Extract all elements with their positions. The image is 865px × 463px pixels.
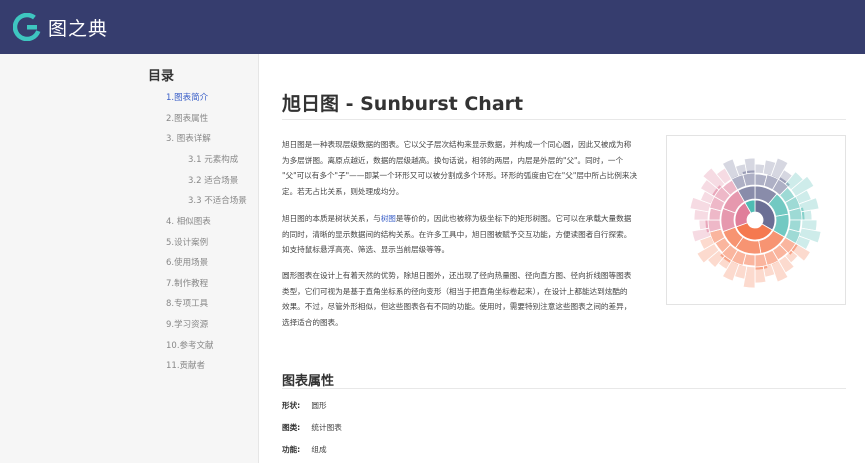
sunburst-segment — [800, 209, 813, 221]
g-logo-icon[interactable] — [13, 13, 41, 41]
section-divider — [282, 388, 846, 389]
toc-item-unsuitable[interactable]: 3.3 不适合场景 — [188, 194, 247, 206]
para-line: 选择适合的图表。 — [282, 317, 343, 327]
para-line: 如支持鼠标悬浮高亮、筛选、显示当前层级等等。 — [282, 245, 450, 255]
toc-item-resources[interactable]: 9.学习资源 — [166, 318, 208, 330]
sunburst-illustration — [666, 135, 846, 305]
toc-item-tutorial[interactable]: 7.制作教程 — [166, 277, 208, 289]
prop-shape: 形状: 圆形 — [282, 400, 327, 411]
intro-paragraph-1: 旭日图是一种表现层级数据的图表。它以父子层次结构来显示数据，并构成一个同心圆，因… — [282, 137, 650, 199]
main-content: 旭日图 - Sunburst Chart 旭日图是一种表现层级数据的图表。它以父… — [260, 54, 865, 463]
toc-item-intro[interactable]: 1.图表简介 — [166, 91, 208, 103]
toc-item-elements[interactable]: 3.1 元素构成 — [188, 153, 238, 165]
toc-title: 目录 — [148, 69, 175, 84]
prop-value: 统计图表 — [311, 423, 342, 432]
toc-item-similar[interactable]: 4. 相似图表 — [166, 215, 211, 227]
toc-item-contributors[interactable]: 11.贡献者 — [166, 359, 205, 371]
logo-text[interactable]: 图之典 — [48, 14, 108, 41]
para-line: 为多层饼图。离原点越近，数据的层级越高。换句话说，相邻的两层，内层是外层的"父"… — [282, 155, 624, 165]
para-line: 定。若无占比关系，则处理成均分。 — [282, 186, 404, 196]
toc-item-details[interactable]: 3. 图表详解 — [166, 132, 211, 144]
para-line: 的同时，清晰的显示数据间的结构关系。在许多工具中，旭日图被赋予交互功能，方便读图… — [282, 229, 632, 239]
para-text: 旭日图的本质是树状关系，与 — [282, 214, 381, 223]
para-text: 是等价的，因此也被称为极坐标下的矩形树图。它可以在承载大量数据 — [395, 214, 632, 223]
para-line: "父"可以有多个"子"——即某一个环形又可以被分割成多个环形。环形的弧度由它在"… — [282, 171, 638, 181]
title-divider — [282, 119, 846, 120]
prop-key: 图类: — [282, 423, 301, 432]
para-line: 类型，它们可视为是基于直角坐标系的径向变形（相当于把直角坐标卷起来），在设计上都… — [282, 286, 628, 296]
toc-item-scenarios[interactable]: 6.使用场景 — [166, 256, 208, 268]
prop-category: 图类: 统计图表 — [282, 422, 342, 433]
intro-paragraph-2: 旭日图的本质是树状关系，与树图是等价的，因此也被称为极坐标下的矩形树图。它可以在… — [282, 211, 650, 258]
page-title: 旭日图 - Sunburst Chart — [282, 93, 524, 115]
prop-value: 圆形 — [311, 401, 327, 410]
top-header: 图之典 — [0, 0, 865, 54]
tree-chart-link[interactable]: 树图 — [381, 214, 396, 223]
prop-function: 功能: 组成 — [282, 444, 327, 455]
para-line: 圆形图表在设计上有着天然的优势，除旭日图外，还出现了径向热量图、径向直方图、径向… — [282, 271, 632, 280]
para-line: 旭日图是一种表现层级数据的图表。它以父子层次结构来显示数据，并构成一个同心圆，因… — [282, 140, 632, 149]
prop-key: 功能: — [282, 445, 301, 454]
toc-item-suitable[interactable]: 3.2 适合场景 — [188, 174, 238, 186]
toc-item-properties[interactable]: 2.图表属性 — [166, 112, 208, 124]
prop-value: 组成 — [311, 445, 327, 454]
sunburst-segment — [698, 219, 710, 231]
toc-item-tools[interactable]: 8.专项工具 — [166, 297, 208, 309]
section-title-properties: 图表属性 — [282, 374, 335, 389]
prop-key: 形状: — [282, 401, 301, 410]
intro-paragraph-3: 圆形图表在设计上有着天然的优势，除旭日图外，还出现了径向热量图、径向直方图、径向… — [282, 268, 650, 330]
para-line: 旭日图的本质是树状关系，与树图是等价的，因此也被称为极坐标下的矩形树图。它可以在… — [282, 211, 650, 227]
toc-item-references[interactable]: 10.参考文献 — [166, 339, 214, 351]
para-line: 效果。不过，尽管外形相似，但这些图表各有不同的功能。使用时，需要特别注意这些图表… — [282, 302, 632, 312]
toc-item-cases[interactable]: 5.设计案例 — [166, 236, 208, 248]
sidebar-toc: 目录 1.图表简介 2.图表属性 3. 图表详解 3.1 元素构成 3.2 适合… — [0, 54, 259, 463]
sunburst-chart-graphic — [689, 157, 822, 289]
